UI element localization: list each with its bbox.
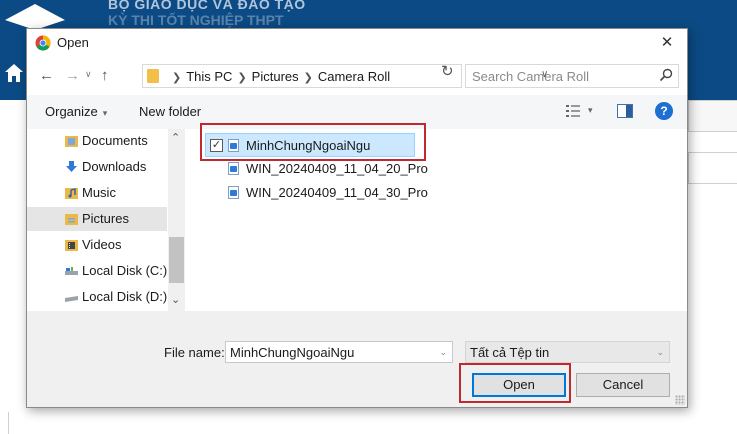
image-file-icon xyxy=(228,186,239,199)
chevron-right-icon: ❯ xyxy=(303,72,313,84)
nav-item-label: Videos xyxy=(82,237,122,252)
view-options-icon[interactable] xyxy=(565,104,581,118)
search-input[interactable]: Search Camera Roll xyxy=(465,64,679,88)
chevron-right-icon: ❯ xyxy=(237,72,247,84)
preview-pane-icon[interactable] xyxy=(617,104,633,118)
path-breadcrumb[interactable]: ❯ This PC ❯ Pictures ❯ Camera Roll ∨ xyxy=(142,64,548,88)
nav-item-documents[interactable]: Documents xyxy=(27,129,167,153)
chevron-down-icon: ▾ xyxy=(102,108,108,118)
file-name: WIN_20240409_11_04_20_Pro xyxy=(246,161,428,176)
help-icon[interactable]: ? xyxy=(655,102,673,120)
file-name-field[interactable]: MinhChungNgoaiNgu ⌄ xyxy=(225,341,453,363)
search-placeholder: Search Camera Roll xyxy=(472,69,590,84)
file-name-label: File name: xyxy=(164,345,225,360)
address-bar: ← → ∨ ↑ ❯ This PC ❯ Pictures ❯ Camera Roll ∨ … xyxy=(27,61,687,91)
nav-item-pictures[interactable]: Pictures xyxy=(27,207,167,231)
banner-subtitle: KỲ THI TỐT NGHIỆP THPT xyxy=(108,12,284,28)
search-icon[interactable] xyxy=(659,68,673,82)
chevron-right-icon: ❯ xyxy=(172,72,182,84)
nav-item-music[interactable]: Music xyxy=(27,181,167,205)
new-folder-button[interactable]: New folder xyxy=(139,104,201,119)
disk-icon xyxy=(65,267,78,275)
nav-item-downloads[interactable]: Downloads xyxy=(27,155,167,179)
file-row-win-20240409-110430[interactable]: WIN_20240409_11_04_30_Pro xyxy=(205,181,428,205)
navigation-scrollbar[interactable]: ⌃ ⌄ xyxy=(168,129,185,311)
file-name: WIN_20240409_11_04_30_Pro xyxy=(246,185,428,200)
file-type-select[interactable]: Tất cả Tệp tin ⌄ xyxy=(465,341,670,363)
nav-item-label: Music xyxy=(82,185,116,200)
organize-menu[interactable]: Organize ▾ xyxy=(45,104,107,119)
documents-folder-icon xyxy=(65,136,78,147)
forward-arrow-icon[interactable]: → xyxy=(65,67,80,84)
back-arrow-icon[interactable]: ← xyxy=(39,67,54,84)
folder-icon xyxy=(147,69,159,83)
image-file-icon xyxy=(228,162,239,175)
chevron-down-icon[interactable]: ⌄ xyxy=(171,293,180,306)
videos-folder-icon xyxy=(65,240,78,251)
breadcrumb: ❯ This PC ❯ Pictures ❯ Camera Roll xyxy=(167,69,390,84)
background-divider xyxy=(8,412,9,434)
nav-item-label: Pictures xyxy=(82,211,129,226)
file-name-value: MinhChungNgoaiNgu xyxy=(230,345,355,360)
nav-item-label: Local Disk (D:) xyxy=(82,289,168,304)
nav-item-local-disk-d[interactable]: Local Disk (D:) xyxy=(27,285,167,309)
refresh-icon[interactable]: ↻ xyxy=(441,62,454,80)
chevron-down-icon: ⌄ xyxy=(656,347,664,357)
resize-grip-icon[interactable] xyxy=(675,395,685,405)
close-button[interactable]: ✕ xyxy=(653,31,681,55)
chevron-down-icon[interactable]: ▾ xyxy=(588,105,593,116)
open-file-dialog: Open ✕ ← → ∨ ↑ ❯ This PC ❯ Pictures ❯ Camera … xyxy=(26,28,688,408)
nav-item-label: Local Disk (C:) xyxy=(82,263,168,278)
chrome-icon xyxy=(35,35,51,51)
organize-label: Organize xyxy=(45,104,98,119)
banner-title: BỘ GIÁO DỤC VÀ ĐÀO TẠO xyxy=(108,0,306,12)
dialog-title: Open xyxy=(57,35,89,50)
highlight-open-button xyxy=(459,363,571,403)
scrollbar-thumb[interactable] xyxy=(169,237,184,283)
background-panel xyxy=(688,152,737,184)
disk-icon xyxy=(65,296,78,302)
dialog-titlebar[interactable]: Open ✕ xyxy=(27,29,687,57)
breadcrumb-this-pc[interactable]: This PC xyxy=(186,69,232,84)
file-type-value: Tất cả Tệp tin xyxy=(470,345,550,360)
recent-locations-chevron-icon[interactable]: ∨ xyxy=(85,69,92,80)
dialog-footer: File name: MinhChungNgoaiNgu ⌄ Tất cả Tệ… xyxy=(27,311,687,407)
chevron-up-icon[interactable]: ⌃ xyxy=(171,131,180,144)
breadcrumb-pictures[interactable]: Pictures xyxy=(252,69,299,84)
ministry-logo-icon xyxy=(5,4,65,30)
pictures-folder-icon xyxy=(65,214,78,225)
nav-item-local-disk-c[interactable]: Local Disk (C:) xyxy=(27,259,167,283)
music-folder-icon xyxy=(65,188,78,199)
home-icon[interactable] xyxy=(4,62,24,84)
downloads-folder-icon xyxy=(66,161,77,172)
background-panel xyxy=(688,100,737,132)
chevron-down-icon[interactable]: ⌄ xyxy=(439,347,447,358)
nav-item-label: Downloads xyxy=(82,159,147,174)
up-arrow-icon[interactable]: ↑ xyxy=(101,67,109,84)
highlight-selected-file xyxy=(200,123,426,161)
breadcrumb-camera-roll[interactable]: Camera Roll xyxy=(318,69,390,84)
cancel-button[interactable]: Cancel xyxy=(576,373,670,397)
nav-item-videos[interactable]: Videos xyxy=(27,233,167,257)
nav-item-label: Documents xyxy=(82,133,148,148)
navigation-pane: Documents Downloads Music Pictures Video… xyxy=(27,129,187,311)
